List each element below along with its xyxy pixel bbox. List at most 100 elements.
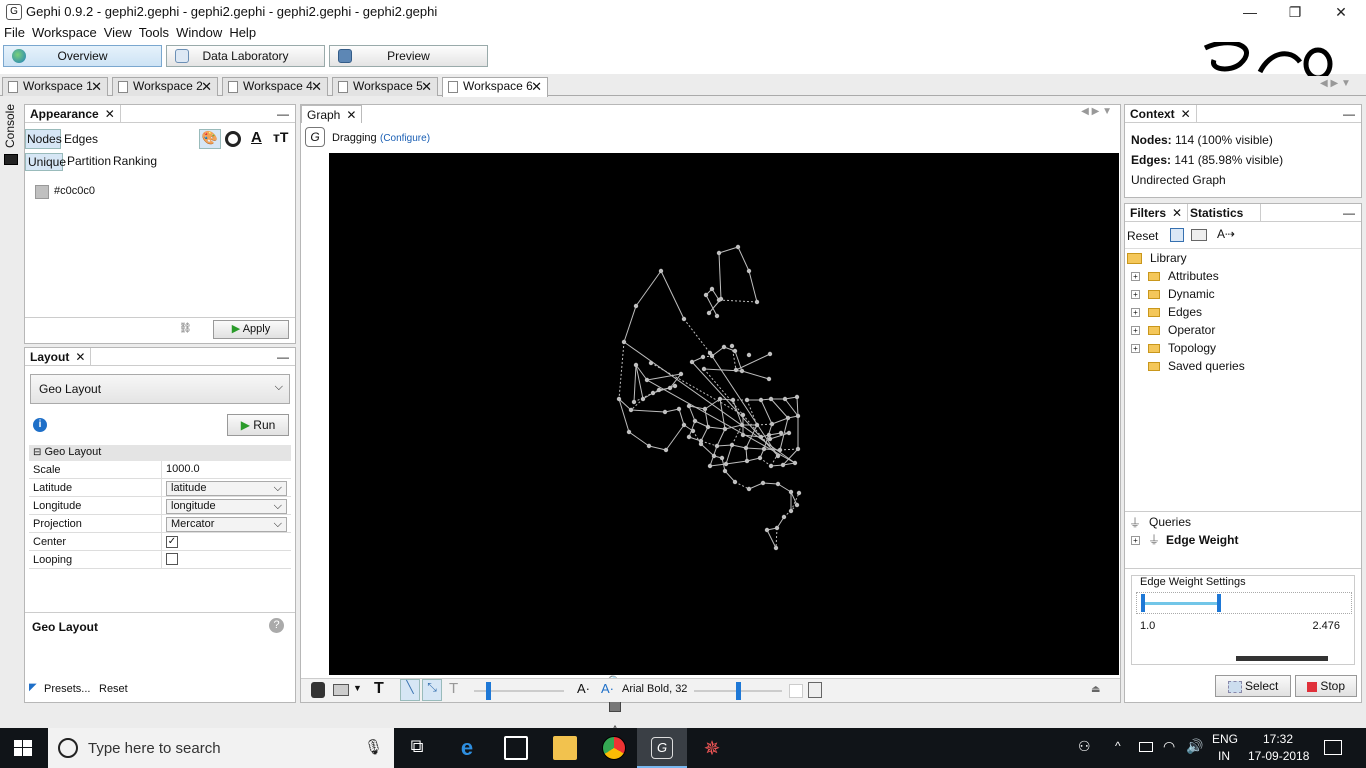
unique-color-swatch[interactable] — [35, 185, 49, 199]
close-tab-icon[interactable]: ✕ — [311, 78, 322, 95]
graph-node[interactable] — [667, 385, 673, 391]
graph-node[interactable] — [746, 486, 752, 492]
expand-icon[interactable]: + — [1131, 536, 1140, 546]
close-tab-icon[interactable]: ✕ — [201, 78, 212, 95]
graph-node[interactable] — [672, 383, 678, 389]
graph-node[interactable] — [794, 502, 800, 508]
center-checkbox[interactable]: ✓ — [166, 536, 178, 548]
graph-node[interactable] — [702, 406, 708, 412]
graph-node[interactable] — [754, 422, 760, 428]
clipboard-icon[interactable] — [808, 682, 822, 698]
graph-node[interactable] — [678, 371, 684, 377]
graph-node[interactable] — [739, 422, 745, 428]
label-size-slider-thumb[interactable] — [736, 682, 741, 700]
graph-node[interactable] — [744, 397, 750, 403]
label-size-icon[interactable]: тT — [273, 129, 288, 145]
menu-file[interactable]: File — [1, 24, 28, 40]
microphone-icon[interactable]: 🎙 — [364, 738, 383, 756]
graph-node[interactable] — [621, 339, 627, 345]
edge-browser-icon[interactable]: e — [455, 736, 479, 760]
people-icon[interactable]: ⚇ — [1078, 738, 1091, 755]
close-window-button[interactable]: ✕ — [1318, 2, 1364, 22]
graph-node[interactable] — [631, 399, 637, 405]
gephi-taskbar-button[interactable]: G — [637, 728, 687, 768]
edge-mode-icon[interactable]: ⤡ — [422, 679, 442, 701]
graph-node[interactable] — [662, 409, 668, 415]
graph-node[interactable] — [767, 436, 773, 442]
minimize-panel-icon[interactable]: — — [1343, 206, 1355, 220]
clock-date[interactable]: 17-09-2018 — [1248, 749, 1309, 763]
graph-node[interactable] — [616, 396, 622, 402]
graph-node[interactable] — [746, 268, 752, 274]
graph-node[interactable] — [777, 447, 783, 453]
graph-node[interactable] — [775, 481, 781, 487]
graph-node[interactable] — [788, 489, 794, 495]
graph-node[interactable] — [796, 490, 802, 496]
range-max-handle[interactable] — [1217, 594, 1221, 612]
graph-node[interactable] — [768, 396, 774, 402]
context-tab[interactable]: Context ✕ — [1125, 105, 1197, 123]
subtab-unique[interactable]: Unique — [25, 153, 66, 171]
font-size-icon[interactable]: A· — [577, 681, 590, 696]
store-icon[interactable] — [504, 736, 528, 760]
subtab-partition[interactable]: Partition — [67, 154, 111, 168]
graph-node[interactable] — [730, 397, 736, 403]
graph-node[interactable] — [714, 313, 720, 319]
tab-nodes[interactable]: Nodes — [25, 129, 62, 149]
graph-node[interactable] — [781, 514, 787, 520]
text-toggle-icon[interactable]: T — [374, 680, 384, 698]
graph-node[interactable] — [690, 428, 696, 434]
text-size-icon[interactable]: T — [449, 680, 458, 697]
size-icon[interactable] — [225, 131, 241, 147]
filters-tab[interactable]: Filters ✕ — [1125, 204, 1189, 222]
windows-start-icon[interactable] — [14, 740, 32, 756]
filter-export-icon[interactable] — [1191, 229, 1207, 241]
graph-node[interactable] — [676, 406, 682, 412]
run-button[interactable]: ▶ Run — [227, 414, 289, 436]
tab-edges[interactable]: Edges — [63, 129, 99, 149]
query-edge-weight[interactable]: + ⏚ Edge Weight — [1131, 531, 1238, 549]
library-item-dynamic[interactable]: + Dynamic — [1131, 285, 1215, 303]
graph-node[interactable] — [760, 480, 766, 486]
preview-button[interactable]: Preview — [329, 45, 488, 67]
label-color-icon[interactable]: A — [251, 129, 262, 146]
menu-workspace[interactable]: Workspace — [29, 24, 100, 40]
graph-node[interactable] — [663, 447, 669, 453]
spider-app-icon[interactable]: ✵ — [700, 736, 724, 760]
graph-node[interactable] — [778, 430, 784, 436]
chrome-icon[interactable] — [602, 736, 626, 760]
close-tab-icon[interactable]: ✕ — [531, 78, 542, 95]
expand-toolbar-icon[interactable]: ⏏ — [1091, 684, 1100, 695]
graph-node[interactable] — [656, 387, 662, 393]
graph-node[interactable] — [626, 429, 632, 435]
graph-node[interactable] — [775, 453, 781, 459]
graph-node[interactable] — [774, 525, 780, 531]
language-indicator[interactable]: ENG — [1212, 732, 1238, 746]
scale-input[interactable]: 1000.0 — [161, 461, 291, 478]
graph-node[interactable] — [706, 310, 712, 316]
label-font-value[interactable]: Arial Bold, 32 — [622, 683, 687, 695]
close-tab-icon[interactable]: ✕ — [91, 78, 102, 95]
graph-node[interactable] — [792, 460, 798, 466]
graph-node[interactable] — [729, 442, 735, 448]
library-item-edges[interactable]: + Edges — [1131, 303, 1202, 321]
expand-icon[interactable]: + — [1131, 308, 1140, 318]
graph-node[interactable] — [719, 455, 725, 461]
label-color-swatch[interactable] — [789, 684, 803, 698]
graph-node[interactable] — [766, 376, 772, 382]
graph-node[interactable] — [701, 366, 707, 372]
graph-node[interactable] — [681, 316, 687, 322]
graph-node[interactable] — [794, 394, 800, 400]
graph-node[interactable] — [758, 434, 764, 440]
graph-node[interactable] — [711, 453, 717, 459]
graph-node[interactable] — [754, 299, 760, 305]
graph-node[interactable] — [686, 434, 692, 440]
panel-nav-arrows[interactable]: ◀ ▶ ▼ — [1081, 106, 1112, 117]
graph-node[interactable] — [795, 413, 801, 419]
data-laboratory-button[interactable]: Data Laboratory — [166, 45, 325, 67]
font-color-icon[interactable]: A· — [601, 681, 614, 696]
task-view-icon[interactable]: ⧉ — [405, 736, 429, 760]
graph-node[interactable] — [717, 396, 723, 402]
menu-view[interactable]: View — [101, 24, 135, 40]
graph-node[interactable] — [646, 443, 652, 449]
